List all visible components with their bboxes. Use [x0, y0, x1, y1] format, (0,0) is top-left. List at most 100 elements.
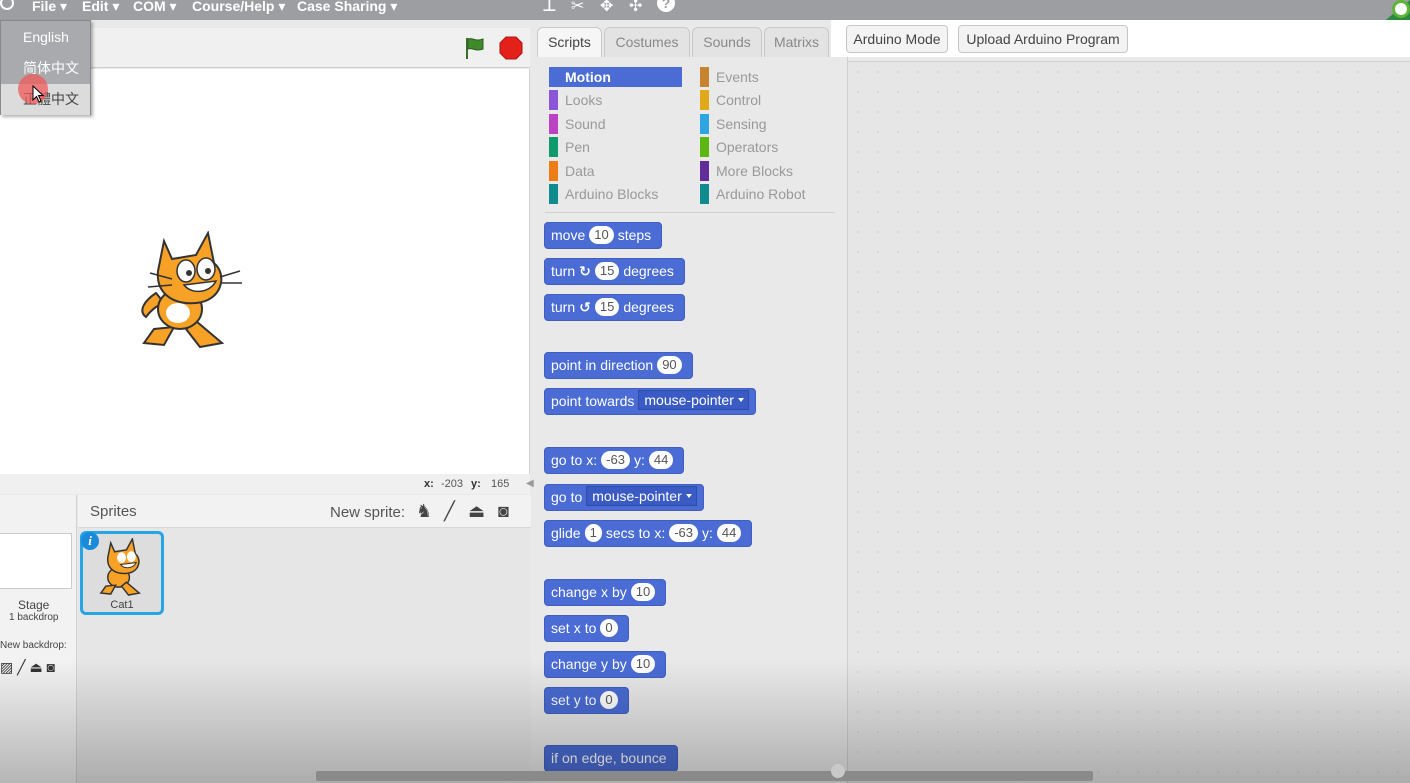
- x-label: x:: [424, 478, 434, 490]
- video-progress-knob[interactable]: [831, 764, 845, 778]
- block-dropdown[interactable]: mouse-pointer: [638, 390, 749, 410]
- block-word: turn: [551, 263, 576, 279]
- block-point-towards[interactable]: point towards mouse-pointer: [544, 388, 756, 415]
- category-data-label: Data: [565, 163, 595, 179]
- menu-file-label: File: [32, 0, 57, 14]
- block-word: x:: [586, 452, 598, 468]
- category-control-swatch: [700, 90, 709, 110]
- arduino-mode-button[interactable]: Arduino Mode: [846, 25, 948, 53]
- stage-pane: Stage 1 backdrop New backdrop: ▨ ╱ ⏏ ◙: [0, 495, 77, 783]
- backdrop-camera-icon[interactable]: ◙: [47, 659, 55, 675]
- block-word: go: [551, 452, 567, 468]
- block-word: x: [573, 620, 581, 636]
- new-backdrop-label: New backdrop:: [0, 640, 67, 651]
- grow-icon[interactable]: ✥: [600, 0, 613, 16]
- block-word: on: [562, 750, 578, 766]
- block-set-x[interactable]: set x to 0: [544, 615, 629, 642]
- stop-sign-icon[interactable]: [499, 36, 523, 60]
- tab-matrixs[interactable]: Matrixs: [764, 27, 829, 57]
- block-number-input[interactable]: 0: [600, 619, 618, 637]
- block-dropdown[interactable]: mouse-pointer: [586, 486, 697, 506]
- delete-cut-icon[interactable]: ✂: [571, 0, 584, 16]
- block-word: secs: [605, 525, 635, 541]
- stage-coordinates: x: -203 y: 165: [0, 474, 530, 494]
- category-data-swatch: [549, 161, 558, 181]
- menu-file[interactable]: File ▾: [32, 0, 67, 14]
- block-number-input[interactable]: 10: [630, 655, 656, 673]
- block-number-input[interactable]: 10: [589, 226, 614, 244]
- category-looks-label: Looks: [565, 92, 603, 108]
- green-flag-icon[interactable]: [462, 36, 486, 60]
- block-number-input[interactable]: 44: [716, 524, 742, 542]
- backdrop-library-icon[interactable]: ▨: [0, 659, 13, 675]
- block-number-input[interactable]: 0: [600, 691, 618, 709]
- category-events-label: Events: [716, 69, 759, 85]
- block-change-x[interactable]: change x by 10: [544, 579, 667, 606]
- sprite-paint-icon[interactable]: ╱: [444, 501, 455, 522]
- category-arduino-robot-swatch: [700, 184, 709, 204]
- backdrop-upload-icon[interactable]: ⏏: [29, 659, 42, 675]
- menu-com-label: COM: [133, 0, 166, 14]
- help-icon[interactable]: ?: [657, 0, 675, 12]
- category-sound-label: Sound: [565, 116, 606, 132]
- collapse-arrow-icon[interactable]: ◀: [526, 478, 534, 489]
- block-number-input[interactable]: 15: [594, 298, 620, 316]
- category-motion[interactable]: Motion: [549, 67, 682, 87]
- sprite-library-icon[interactable]: ♞: [416, 501, 432, 522]
- block-word: degrees: [623, 263, 674, 279]
- tab-scripts[interactable]: Scripts: [537, 27, 602, 58]
- block-point-in-direction[interactable]: point in direction 90: [544, 352, 693, 379]
- language-dropdown: English 简体中文 正體中文: [0, 20, 91, 115]
- block-go-to-xy[interactable]: go to x: -63 y: 44: [544, 447, 685, 474]
- block-if-on-edge-bounce[interactable]: if on edge, bounce: [544, 745, 678, 772]
- block-number-input[interactable]: 10: [630, 583, 656, 601]
- menu-course-help[interactable]: Course/Help ▾: [192, 0, 285, 14]
- language-item-english[interactable]: English: [1, 22, 90, 53]
- sprite-upload-icon[interactable]: ⏏: [468, 501, 485, 522]
- category-pen-swatch: [549, 137, 558, 157]
- tab-costumes[interactable]: Costumes: [604, 27, 690, 57]
- block-change-y[interactable]: change y by 10: [544, 651, 667, 678]
- block-number-input[interactable]: -63: [669, 524, 698, 542]
- block-word: by: [611, 656, 627, 672]
- stage-canvas[interactable]: [0, 69, 530, 474]
- rotate-clockwise-icon: ↻: [579, 263, 591, 279]
- sprite-tile-cat1[interactable]: i Cat1: [80, 531, 164, 615]
- block-glide[interactable]: glide 1 secs to x: -63 y: 44: [544, 520, 753, 547]
- scripts-area[interactable]: [848, 61, 1410, 783]
- block-word: x: [600, 584, 608, 600]
- backdrop-paint-icon[interactable]: ╱: [17, 659, 25, 675]
- block-word: to: [584, 620, 597, 636]
- block-move-steps[interactable]: move 10 steps: [544, 222, 663, 249]
- stage-thumbnail[interactable]: [0, 533, 72, 589]
- language-item-simplified-chinese[interactable]: 简体中文: [1, 53, 90, 84]
- block-go-to[interactable]: go to mouse-pointer: [544, 484, 704, 511]
- upload-arduino-button[interactable]: Upload Arduino Program: [958, 25, 1128, 53]
- block-word: y: [573, 692, 581, 708]
- shrink-icon[interactable]: ✣: [629, 0, 642, 16]
- sprites-header: Sprites New sprite: ♞ ╱ ⏏ ◙: [78, 495, 531, 528]
- category-events-swatch: [700, 67, 709, 87]
- menu-edit[interactable]: Edit ▾: [82, 0, 119, 14]
- block-number-input[interactable]: 15: [594, 262, 620, 280]
- globe-icon[interactable]: [0, 0, 14, 10]
- video-progress-bar[interactable]: [316, 771, 1093, 781]
- sprites-pane: Sprites New sprite: ♞ ╱ ⏏ ◙ i Cat1: [78, 495, 531, 783]
- block-turn-clockwise[interactable]: turn ↻ 15 degrees: [544, 258, 685, 285]
- block-word: to: [584, 692, 597, 708]
- block-turn-counterclockwise[interactable]: turn ↺ 15 degrees: [544, 294, 685, 321]
- block-number-input[interactable]: -63: [601, 451, 630, 469]
- sprite-camera-icon[interactable]: ◙: [498, 501, 509, 522]
- menu-case-sharing[interactable]: Case Sharing ▾: [297, 0, 397, 14]
- menu-com[interactable]: COM ▾: [133, 0, 177, 14]
- cat-sprite-image[interactable]: [136, 231, 246, 349]
- block-number-input[interactable]: 44: [648, 451, 674, 469]
- block-number-dropdown[interactable]: 90: [657, 356, 682, 374]
- block-number-input[interactable]: 1: [584, 524, 602, 542]
- tab-sounds[interactable]: Sounds: [692, 27, 762, 57]
- block-word: edge,: [581, 750, 617, 766]
- duplicate-stamp-icon[interactable]: ⊥: [542, 0, 557, 16]
- stage-label: Stage: [18, 598, 50, 612]
- block-set-y[interactable]: set y to 0: [544, 687, 629, 714]
- category-control-label: Control: [716, 92, 762, 108]
